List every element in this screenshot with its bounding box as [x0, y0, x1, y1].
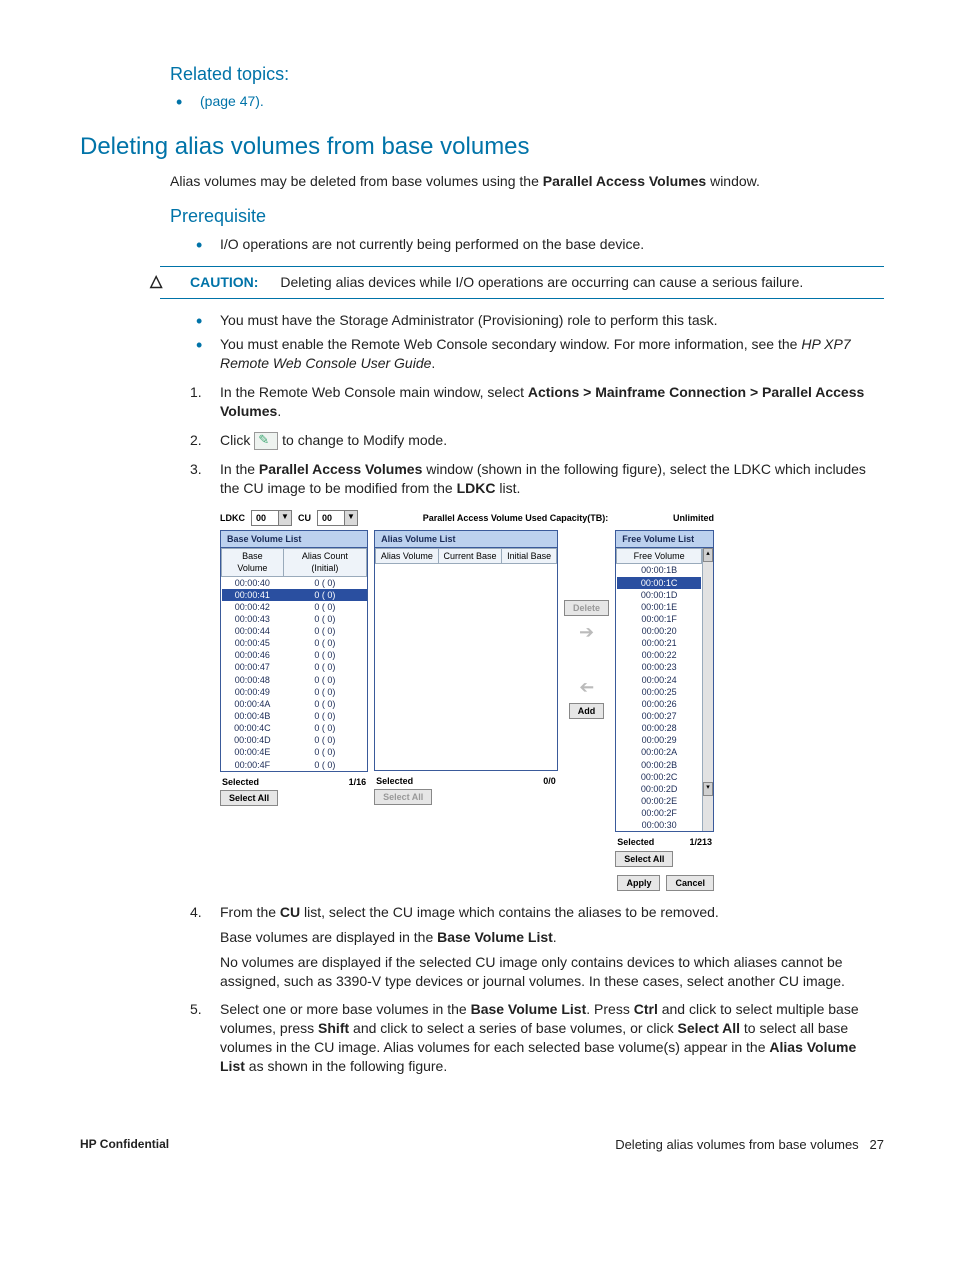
free-volume-list-header: Free Volume List: [616, 531, 713, 548]
table-row[interactable]: 00:00:2B: [617, 759, 702, 771]
step-4: From the CU list, select the CU image wh…: [190, 903, 884, 991]
delete-button[interactable]: Delete: [564, 600, 609, 616]
caution-text: Deleting alias devices while I/O operati…: [280, 274, 803, 290]
footer-section-page: Deleting alias volumes from base volumes…: [615, 1136, 884, 1154]
table-row[interactable]: 00:00:2F: [617, 807, 702, 819]
arrow-right-icon: ➔: [564, 620, 609, 644]
table-row[interactable]: 00:00:2D: [617, 783, 702, 795]
prereq-heading: Prerequisite: [170, 204, 884, 228]
table-row[interactable]: 00:00:25: [617, 686, 702, 698]
table-row[interactable]: 00:00:490 ( 0): [222, 686, 367, 698]
alias-volume-list[interactable]: Alias Volume List Alias VolumeCurrent Ba…: [374, 530, 558, 771]
base-selected-label: Selected: [222, 776, 259, 788]
prereq-bullet-2: You must have the Storage Administrator …: [190, 311, 884, 330]
intro-paragraph: Alias volumes may be deleted from base v…: [170, 172, 884, 191]
cancel-button[interactable]: Cancel: [666, 875, 714, 891]
step-5: Select one or more base volumes in the B…: [190, 1000, 884, 1076]
free-selected-count: 1/213: [689, 836, 712, 848]
table-row[interactable]: 00:00:1B: [617, 564, 702, 577]
table-row[interactable]: 00:00:4F0 ( 0): [222, 759, 367, 771]
alias-selected-count: 0/0: [543, 775, 556, 787]
table-row[interactable]: 00:00:440 ( 0): [222, 625, 367, 637]
table-row[interactable]: 00:00:470 ( 0): [222, 661, 367, 673]
cu-select[interactable]: 00▼: [317, 510, 358, 526]
cu-label: CU: [298, 512, 311, 524]
base-select-all-button[interactable]: Select All: [220, 790, 278, 806]
table-row[interactable]: 00:00:2C: [617, 771, 702, 783]
table-row[interactable]: 00:00:4B0 ( 0): [222, 710, 367, 722]
table-row[interactable]: 00:00:27: [617, 710, 702, 722]
table-row[interactable]: 00:00:1F: [617, 613, 702, 625]
step-1: In the Remote Web Console main window, s…: [190, 383, 884, 421]
table-row[interactable]: 00:00:460 ( 0): [222, 649, 367, 661]
base-volume-list-header: Base Volume List: [221, 531, 367, 548]
table-row[interactable]: 00:00:1C: [617, 577, 702, 589]
prereq-bullet-1: I/O operations are not currently being p…: [190, 235, 884, 254]
table-row[interactable]: 00:00:410 ( 0): [222, 589, 367, 601]
arrow-left-icon: ➔: [569, 675, 605, 699]
caution-box: △ CAUTION: Deleting alias devices while …: [160, 266, 884, 299]
table-row[interactable]: 00:00:4E0 ( 0): [222, 746, 367, 758]
table-row[interactable]: 00:00:23: [617, 661, 702, 673]
related-page-link[interactable]: (page 47).: [200, 93, 264, 109]
table-row[interactable]: 00:00:29: [617, 734, 702, 746]
table-row[interactable]: 00:00:430 ( 0): [222, 613, 367, 625]
add-button[interactable]: Add: [569, 703, 605, 719]
table-row[interactable]: 00:00:20: [617, 625, 702, 637]
free-select-all-button[interactable]: Select All: [615, 851, 673, 867]
table-row[interactable]: 00:00:2A: [617, 746, 702, 758]
table-row[interactable]: 00:00:2E: [617, 795, 702, 807]
chevron-down-icon: ▼: [344, 511, 357, 525]
related-topics-item: (page 47).: [170, 92, 884, 111]
caution-delta-icon: △: [150, 271, 162, 293]
table-row[interactable]: 00:00:450 ( 0): [222, 637, 367, 649]
table-row[interactable]: 00:00:480 ( 0): [222, 674, 367, 686]
capacity-label: Parallel Access Volume Used Capacity(TB)…: [364, 512, 667, 524]
caution-label: CAUTION:: [190, 274, 258, 290]
table-row[interactable]: 00:00:1E: [617, 601, 702, 613]
table-row[interactable]: 00:00:28: [617, 722, 702, 734]
table-row[interactable]: 00:00:420 ( 0): [222, 601, 367, 613]
free-selected-label: Selected: [617, 836, 654, 848]
table-row[interactable]: 00:00:4D0 ( 0): [222, 734, 367, 746]
alias-selected-label: Selected: [376, 775, 413, 787]
scrollbar[interactable]: ▴ ▾: [702, 548, 713, 831]
table-row[interactable]: 00:00:26: [617, 698, 702, 710]
table-row[interactable]: 00:00:1D: [617, 589, 702, 601]
table-row[interactable]: 00:00:30: [617, 819, 702, 831]
page-title: Deleting alias volumes from base volumes: [80, 131, 884, 163]
chevron-down-icon: ▼: [278, 511, 291, 525]
ldkc-select[interactable]: 00▼: [251, 510, 292, 526]
ldkc-label: LDKC: [220, 512, 245, 524]
alias-volume-list-header: Alias Volume List: [375, 531, 557, 548]
table-row[interactable]: 00:00:4A0 ( 0): [222, 698, 367, 710]
table-row[interactable]: 00:00:400 ( 0): [222, 576, 367, 589]
table-row[interactable]: 00:00:22: [617, 649, 702, 661]
pav-window: LDKC 00▼ CU 00▼ Parallel Access Volume U…: [220, 510, 714, 891]
base-selected-count: 1/16: [349, 776, 367, 788]
capacity-value: Unlimited: [673, 512, 714, 524]
base-volume-list[interactable]: Base Volume List Base VolumeAlias Count …: [220, 530, 368, 772]
alias-select-all-button[interactable]: Select All: [374, 789, 432, 805]
related-topics-heading: Related topics:: [170, 62, 884, 86]
table-row[interactable]: 00:00:21: [617, 637, 702, 649]
table-row[interactable]: 00:00:4C0 ( 0): [222, 722, 367, 734]
step-3: In the Parallel Access Volumes window (s…: [190, 460, 884, 891]
apply-button[interactable]: Apply: [617, 875, 660, 891]
modify-icon: [254, 432, 278, 450]
table-row[interactable]: 00:00:24: [617, 674, 702, 686]
footer-confidential: HP Confidential: [80, 1136, 169, 1154]
prereq-bullet-3: You must enable the Remote Web Console s…: [190, 335, 884, 373]
step-2: Click to change to Modify mode.: [190, 431, 884, 450]
free-volume-list[interactable]: Free Volume List Free Volume 00:00:1B00:…: [615, 530, 714, 832]
